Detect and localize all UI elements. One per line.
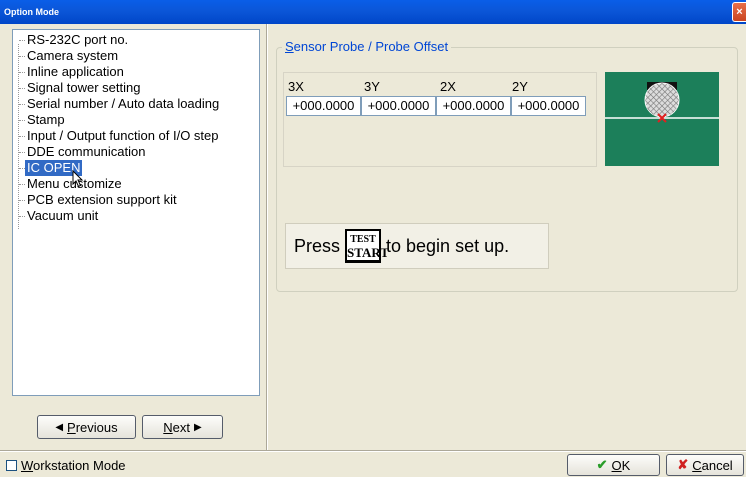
column-label-2x: 2X (440, 79, 456, 94)
workstation-mode-checkbox[interactable]: Workstation Mode (6, 458, 126, 473)
x-icon: ✘ (677, 457, 689, 472)
mouse-cursor-icon (72, 170, 84, 188)
previous-button[interactable]: ◀ Previous (37, 415, 136, 439)
start-instruction: Press TEST START to begin set up. (285, 223, 549, 269)
begin-text: to begin set up. (386, 235, 510, 256)
value-field-3x: +000.0000 (286, 96, 361, 116)
probe-diagram (605, 72, 719, 166)
title-bar: Option Mode × (0, 0, 746, 24)
column-label-3y: 3Y (364, 79, 380, 94)
tree-item-pcb-extension[interactable]: PCB extension support kit (19, 192, 179, 208)
tree-item-vacuum-unit[interactable]: Vacuum unit (18, 208, 100, 224)
tree-item-serial-number[interactable]: Serial number / Auto data loading (18, 96, 221, 112)
value-field-2y: +000.0000 (511, 96, 586, 116)
previous-arrow-icon: ◀ (55, 421, 64, 433)
test-start-key-icon: TEST START (345, 229, 389, 263)
ok-button[interactable]: ✔ OK (567, 454, 660, 476)
check-icon: ✔ (596, 457, 608, 472)
tree-item-inline-application[interactable]: Inline application (19, 64, 126, 80)
press-text: Press (294, 235, 341, 256)
next-arrow-icon: ▶ (194, 421, 202, 433)
column-label-3x: 3X (288, 79, 304, 94)
tree-item-rs232c[interactable]: RS-232C port no. (18, 32, 130, 48)
horizontal-divider (0, 450, 746, 452)
value-field-2x: +000.0000 (436, 96, 511, 116)
group-title: Sensor Probe / Probe Offset (282, 39, 452, 55)
tree-item-stamp[interactable]: Stamp (19, 112, 67, 128)
tree-item-camera-system[interactable]: Camera system (18, 48, 120, 64)
value-field-3y: +000.0000 (361, 96, 436, 116)
tree-item-signal-tower[interactable]: Signal tower setting (18, 80, 142, 96)
next-button[interactable]: Next ▶ (142, 415, 223, 439)
close-icon[interactable]: × (732, 2, 746, 22)
option-mode-window: Option Mode × RS-232C port no. Camera sy… (0, 0, 746, 477)
probe-ball-hatch (645, 83, 679, 117)
window-title: Option Mode (4, 7, 59, 17)
tree-item-dde-communication[interactable]: DDE communication (19, 144, 148, 160)
option-tree[interactable]: RS-232C port no. Camera system Inline ap… (12, 29, 260, 396)
column-label-2y: 2Y (512, 79, 528, 94)
tree-item-io-function[interactable]: Input / Output function of I/O step (19, 128, 221, 144)
vertical-divider (266, 24, 268, 451)
checkbox-box[interactable] (6, 460, 17, 471)
cancel-button[interactable]: ✘ Cancel (666, 454, 744, 476)
